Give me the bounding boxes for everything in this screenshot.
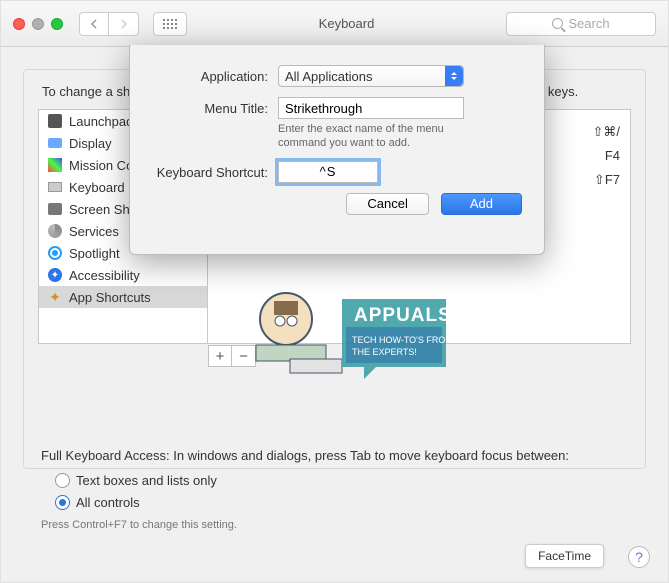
mission-control-icon (47, 157, 63, 173)
facetime-tooltip: FaceTime (525, 544, 604, 568)
search-icon (552, 18, 563, 29)
application-value: All Applications (285, 69, 372, 84)
remove-shortcut-button[interactable]: − (232, 345, 256, 367)
sidebar-item-label: Spotlight (69, 246, 120, 261)
add-remove-controls: + − (208, 345, 256, 367)
application-label: Application: (152, 65, 278, 84)
full-keyboard-access-section: Full Keyboard Access: In windows and dia… (41, 445, 628, 531)
sidebar-item-label: Display (69, 136, 112, 151)
zoom-window-button[interactable] (51, 18, 63, 30)
add-shortcut-button[interactable]: + (208, 345, 232, 367)
fka-hint: Press Control+F7 to change this setting. (41, 519, 628, 531)
window-controls (13, 18, 63, 30)
shortcut-key: ⇧⌘/ (592, 120, 620, 144)
shortcut-key: F4 (592, 144, 620, 168)
add-button[interactable]: Add (441, 193, 522, 215)
show-all-button[interactable] (153, 12, 187, 36)
radio-icon (55, 473, 70, 488)
chevron-right-icon (120, 19, 128, 29)
preferences-window: Keyboard Search To change a shortcut, se… (0, 0, 669, 583)
window-title: Keyboard (197, 16, 496, 31)
help-button[interactable]: ? (628, 546, 650, 568)
fka-label: Full Keyboard Access: In windows and dia… (41, 448, 628, 463)
sidebar-item-app-shortcuts[interactable]: ✦ App Shortcuts (39, 286, 207, 308)
minimize-window-button[interactable] (32, 18, 44, 30)
forward-button[interactable] (109, 12, 139, 36)
popup-arrows-icon (445, 66, 463, 86)
menu-title-input[interactable] (278, 97, 464, 119)
chevron-left-icon (90, 19, 98, 29)
gear-icon (47, 223, 63, 239)
app-shortcuts-icon: ✦ (47, 289, 63, 305)
camera-icon (47, 201, 63, 217)
fka-option-textboxes[interactable]: Text boxes and lists only (55, 469, 628, 491)
display-icon (47, 135, 63, 151)
close-window-button[interactable] (13, 18, 25, 30)
spotlight-icon (47, 245, 63, 261)
sidebar-item-label: Services (69, 224, 119, 239)
radio-label: Text boxes and lists only (76, 473, 217, 488)
launchpad-icon (47, 113, 63, 129)
sheet-button-row: Cancel Add (152, 193, 522, 215)
sidebar-item-label: Keyboard (69, 180, 125, 195)
application-row: Application: All Applications (152, 65, 522, 87)
nav-back-forward (79, 12, 139, 36)
shortcut-key: ⇧F7 (592, 168, 620, 192)
menu-title-label: Menu Title: (152, 97, 278, 116)
menu-title-row: Menu Title: Enter the exact name of the … (152, 97, 522, 151)
back-button[interactable] (79, 12, 109, 36)
accessibility-icon: ✦ (47, 267, 63, 283)
search-field[interactable]: Search (506, 12, 656, 36)
menu-title-note: Enter the exact name of the menu command… (278, 122, 488, 151)
fka-radio-group: Text boxes and lists only All controls (55, 469, 628, 513)
search-placeholder: Search (568, 16, 609, 31)
shortcut-label: Keyboard Shortcut: (152, 161, 278, 180)
add-shortcut-sheet: Application: All Applications Menu Title… (129, 45, 545, 255)
keyboard-shortcut-input[interactable] (278, 161, 378, 183)
fka-option-all-controls[interactable]: All controls (55, 491, 628, 513)
radio-selected-icon (55, 495, 70, 510)
sidebar-item-label: Accessibility (69, 268, 140, 283)
sidebar-item-label: App Shortcuts (69, 290, 151, 305)
keyboard-icon (47, 179, 63, 195)
sidebar-item-accessibility[interactable]: ✦ Accessibility (39, 264, 207, 286)
grid-icon (163, 19, 177, 29)
application-popup[interactable]: All Applications (278, 65, 464, 87)
shortcut-key-column: ⇧⌘/ F4 ⇧F7 (592, 120, 620, 192)
cancel-button[interactable]: Cancel (346, 193, 428, 215)
titlebar: Keyboard Search (1, 1, 668, 47)
radio-label: All controls (76, 495, 140, 510)
shortcut-row: Keyboard Shortcut: (152, 161, 522, 183)
